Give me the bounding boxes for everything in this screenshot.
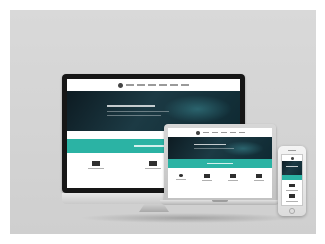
nav-item — [170, 84, 178, 86]
feature-item — [202, 174, 212, 181]
cta-text — [207, 163, 233, 164]
hero-heading — [286, 166, 298, 167]
nav-item — [238, 132, 245, 133]
nav-item — [220, 132, 227, 133]
hero-subtext — [107, 115, 161, 116]
feature-icon — [289, 184, 295, 187]
feature-text — [176, 179, 186, 180]
feature-row — [168, 168, 272, 181]
nav-item — [211, 132, 218, 133]
hero-glow — [162, 95, 232, 123]
feature-text — [87, 168, 104, 169]
laptop-lid — [164, 124, 276, 200]
feature-icon — [179, 174, 183, 177]
nav-item — [148, 84, 156, 86]
floor-shadow — [80, 213, 295, 223]
feature-icon — [91, 161, 100, 166]
feature-item — [254, 174, 264, 181]
nav-item — [229, 132, 236, 133]
nav-item — [137, 84, 145, 86]
nav-item — [159, 84, 167, 86]
hero-banner — [282, 161, 302, 175]
hero-heading — [107, 105, 155, 107]
site-logo-icon — [118, 82, 123, 88]
hero-subtext — [107, 111, 169, 112]
mockup-scene — [10, 10, 316, 234]
feature-icon — [204, 174, 210, 178]
site-logo-icon — [290, 156, 294, 160]
feature-icon — [256, 174, 262, 178]
feature-item — [176, 174, 186, 180]
site-navbar — [168, 128, 272, 137]
feature-text — [286, 201, 298, 202]
laptop — [160, 124, 280, 208]
phone-screen — [281, 154, 303, 206]
hero-subtext — [194, 148, 234, 149]
laptop-screen — [168, 128, 272, 198]
phone-speaker — [288, 150, 296, 151]
feature-item — [87, 161, 104, 169]
site-logo-icon — [195, 130, 200, 135]
feature-text — [254, 180, 264, 181]
smartphone — [278, 146, 306, 216]
nav-item — [126, 84, 134, 86]
feature-item — [228, 174, 238, 181]
site-navbar — [67, 79, 240, 91]
feature-list — [282, 180, 302, 202]
nav-item — [181, 84, 189, 86]
feature-text — [286, 190, 298, 191]
hero-banner — [168, 137, 272, 159]
feature-text — [202, 180, 212, 181]
feature-text — [228, 180, 238, 181]
feature-icon — [289, 194, 295, 198]
laptop-notch — [212, 200, 228, 202]
feature-icon — [230, 174, 236, 178]
cta-band — [168, 159, 272, 168]
hero-heading — [194, 144, 226, 145]
feature-icon — [149, 161, 158, 166]
home-button — [289, 208, 295, 214]
nav-item — [202, 132, 209, 133]
